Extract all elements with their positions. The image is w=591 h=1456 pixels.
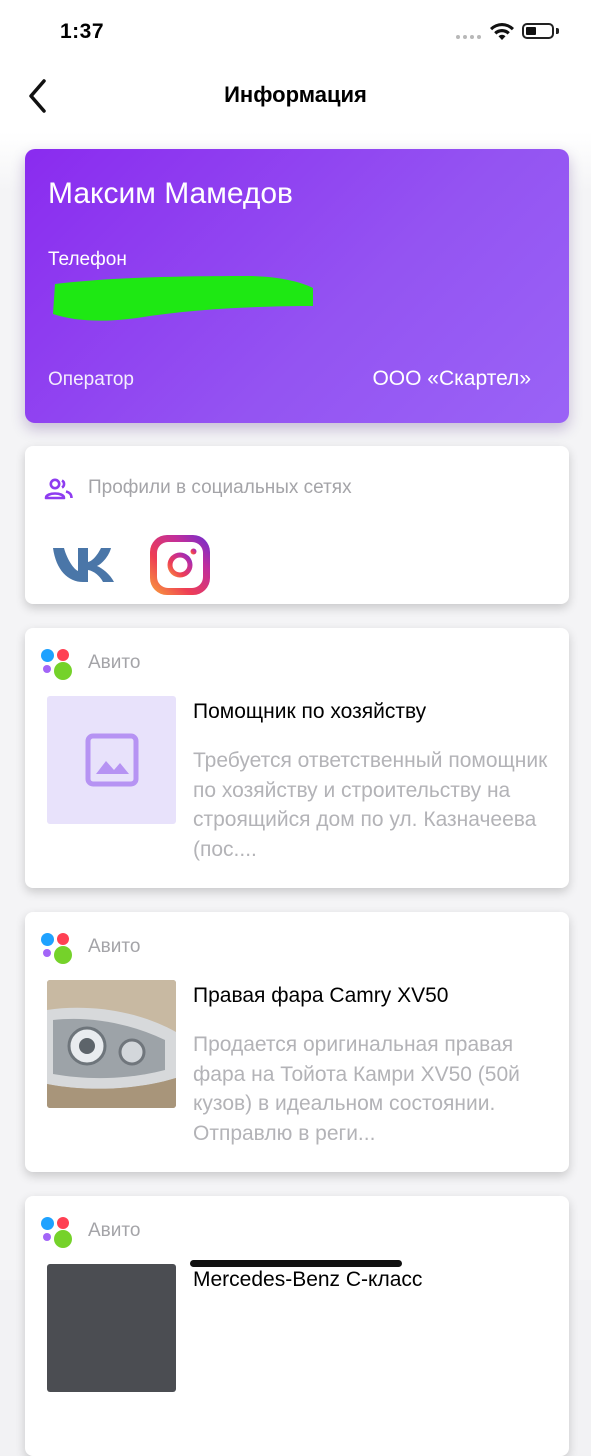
navigation-bar: Информация	[0, 62, 591, 132]
headlight-photo	[47, 980, 176, 1108]
status-time: 1:37	[60, 20, 105, 43]
social-profiles-title: Профили в социальных сетях	[88, 477, 352, 498]
ad-source: Авито	[88, 936, 141, 957]
home-indicator	[190, 1260, 402, 1267]
avito-logo-icon	[41, 647, 75, 681]
ad-thumbnail	[47, 980, 176, 1108]
status-bar: 1:37	[0, 0, 591, 62]
instagram-icon[interactable]	[147, 532, 213, 598]
ad-card[interactable]: Авито Помощник по хозяйству Требуется от…	[25, 628, 569, 888]
phone-redaction-mark	[53, 276, 313, 321]
wifi-icon	[490, 23, 514, 40]
ad-card[interactable]: Авито Правая фара Camry XV50 Продается о…	[25, 912, 569, 1172]
operator-value: ООО «Скартел»	[372, 367, 531, 390]
vk-icon[interactable]	[51, 542, 121, 586]
phone-label: Телефон	[48, 249, 127, 270]
ad-thumbnail	[47, 696, 176, 824]
ad-card[interactable]: Авито Mercedes-Benz C-класс	[25, 1196, 569, 1456]
image-placeholder-icon	[85, 733, 138, 787]
ad-source: Авито	[88, 652, 141, 673]
ad-source: Авито	[88, 1220, 141, 1241]
avito-logo-icon	[41, 1215, 75, 1249]
page-title: Информация	[224, 82, 367, 107]
contact-name: Максим Мамедов	[48, 177, 293, 210]
avito-logo-icon	[41, 931, 75, 965]
ad-description: Требуется ответственный помощник по хозя…	[193, 749, 548, 861]
battery-icon	[522, 23, 554, 39]
ad-description: Продается оригинальная правая фара на То…	[193, 1033, 520, 1145]
operator-label: Оператор	[48, 369, 134, 390]
ad-title: Помощник по хозяйству	[193, 700, 427, 723]
ad-title: Правая фара Camry XV50	[193, 984, 449, 1007]
ad-title: Mercedes-Benz C-класс	[193, 1268, 423, 1291]
contact-card: Максим Мамедов Телефон Оператор ООО «Ска…	[25, 149, 569, 423]
social-profiles-card: Профили в социальных сетях	[25, 446, 569, 604]
people-icon	[44, 478, 73, 500]
ad-thumbnail	[47, 1264, 176, 1392]
cellular-signal-icon	[456, 35, 481, 39]
